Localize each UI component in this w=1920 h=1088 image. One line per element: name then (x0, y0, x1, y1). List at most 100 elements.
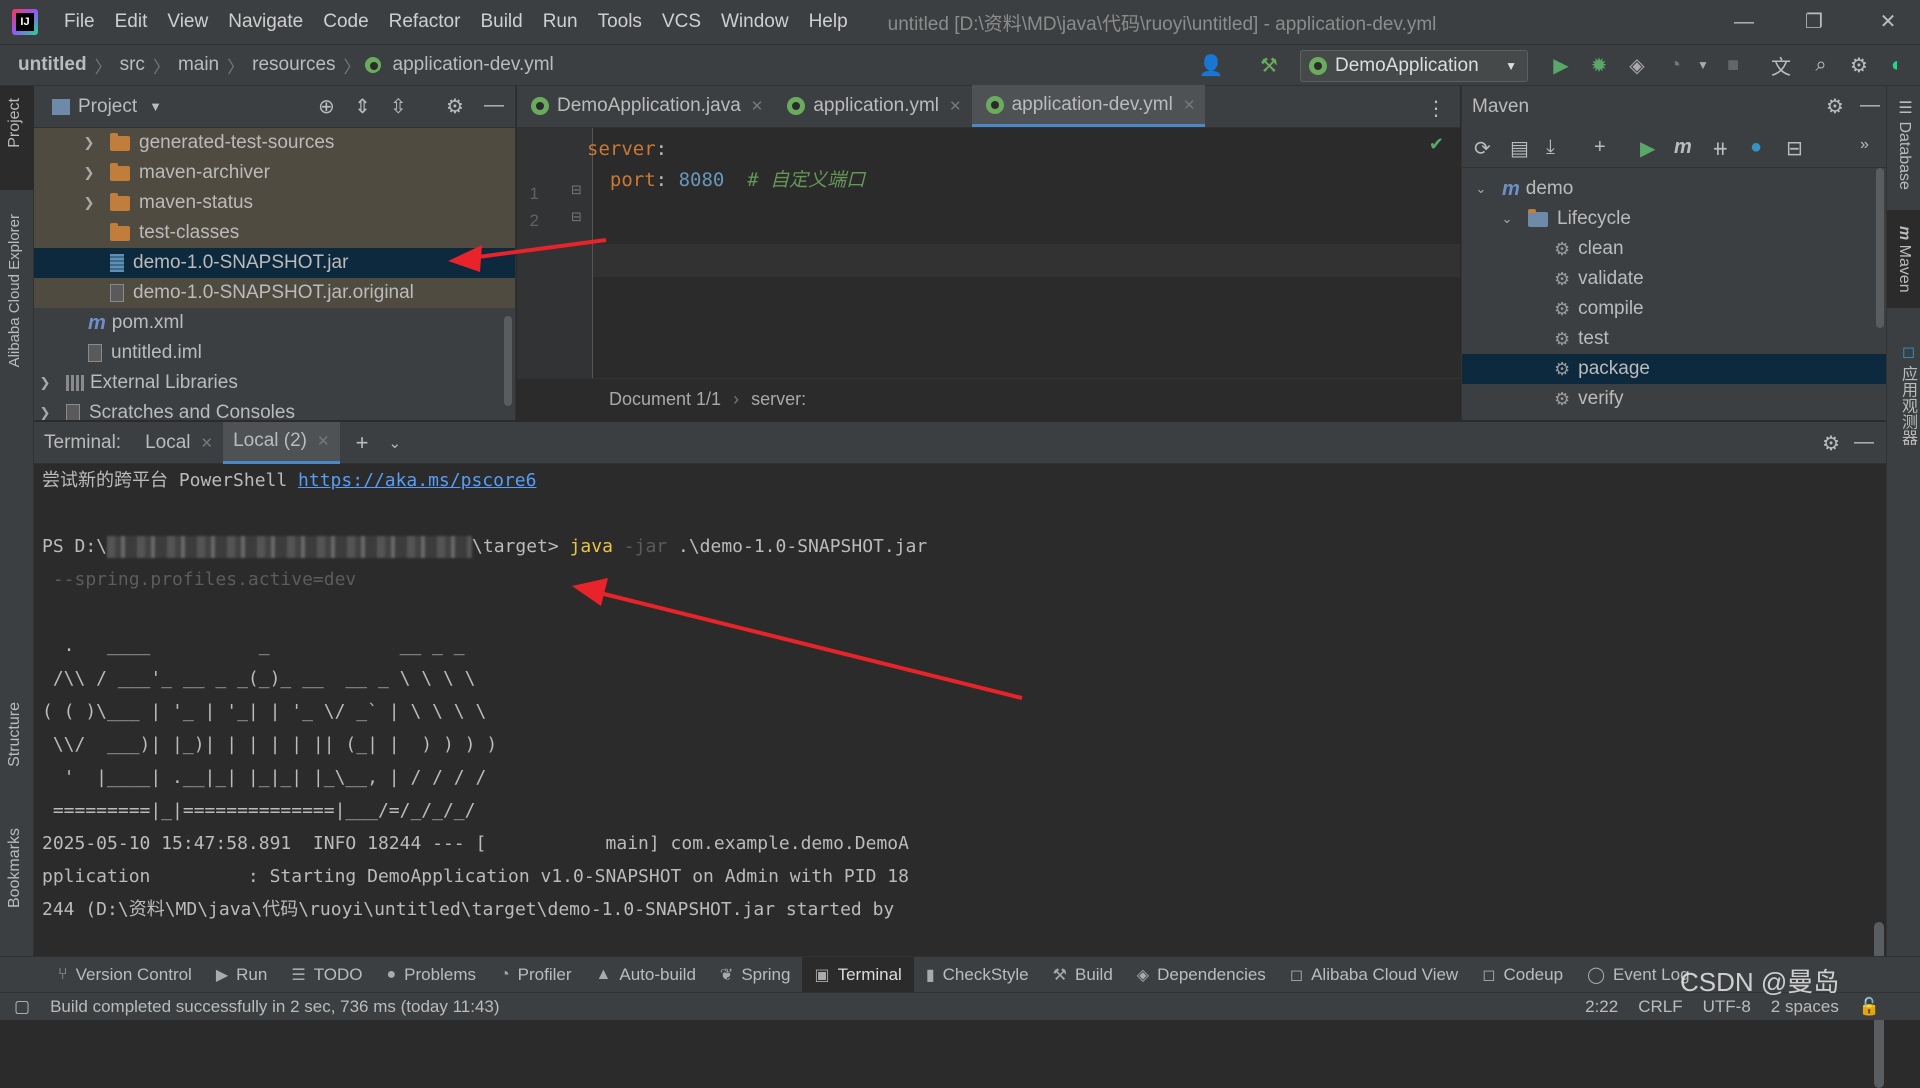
run-icon[interactable]: ▶ (1640, 136, 1655, 161)
chevron-down-icon[interactable]: ⌄ (1474, 181, 1488, 197)
terminal-tab[interactable]: Local ✕ (135, 422, 223, 464)
tree-item[interactable]: ❯ maven-status (34, 188, 515, 218)
profiler-dropdown-icon[interactable]: ▼ (1688, 50, 1718, 80)
menu-item-navigate[interactable]: Navigate (218, 11, 313, 33)
profiler-icon[interactable]: ◔ (1660, 50, 1690, 80)
lock-icon[interactable]: 🔓 (1849, 997, 1920, 1017)
powershell-link[interactable]: https://aka.ms/pscore6 (298, 470, 536, 491)
tool-window-button[interactable]: ◻ Codeup (1470, 957, 1575, 993)
skip-tests-icon[interactable]: ⧺ (1712, 136, 1729, 161)
tree-item[interactable]: ❯ maven-archiver (34, 158, 515, 188)
reload-icon[interactable]: ⟳ (1474, 136, 1491, 161)
tool-window-button[interactable]: ◻ Alibaba Cloud View (1278, 957, 1470, 993)
maven-tree-item[interactable]: ⚙ clean (1462, 234, 1886, 264)
maven-side-tab[interactable]: m Maven (1895, 226, 1913, 293)
menu-item-code[interactable]: Code (313, 11, 378, 33)
yaml-path[interactable]: server: (751, 389, 806, 410)
tool-window-button[interactable]: ▣ Terminal (802, 956, 914, 993)
maven-tree-item[interactable]: ⚙ install (1462, 414, 1886, 420)
menu-item-refactor[interactable]: Refactor (379, 11, 471, 33)
tree-item[interactable]: ❯ Scratches and Consoles (34, 398, 515, 420)
close-icon[interactable]: ✕ (317, 432, 330, 450)
breadcrumb-item[interactable]: resources (248, 54, 339, 76)
menu-item-run[interactable]: Run (533, 11, 588, 33)
tool-window-button[interactable]: ◔ Profiler (488, 957, 584, 993)
settings-gear-icon[interactable]: ⚙ (1844, 50, 1874, 80)
menu-item-view[interactable]: View (157, 11, 218, 33)
tool-window-button[interactable]: ☰ TODO (279, 957, 374, 993)
search-icon[interactable]: ⌕ (1806, 50, 1836, 80)
more-icon[interactable]: » (1860, 136, 1869, 154)
new-tab-icon[interactable]: + (356, 430, 369, 456)
collapse-all-icon[interactable]: ⇳ (390, 94, 407, 119)
menu-item-help[interactable]: Help (799, 11, 858, 33)
chevron-down-icon[interactable]: ▼ (149, 99, 162, 114)
status-message[interactable]: Build completed successfully in 2 sec, 7… (40, 997, 509, 1017)
tool-window-button[interactable]: ❦ Spring (708, 957, 803, 993)
project-scrollbar[interactable] (504, 316, 512, 406)
database-side-tab[interactable]: ☰ Database (1895, 98, 1914, 190)
tree-item[interactable]: m pom.xml (34, 308, 515, 338)
close-icon[interactable]: ✕ (201, 434, 214, 452)
add-icon[interactable]: + (1594, 136, 1606, 159)
hide-panel-icon[interactable]: — (1860, 94, 1880, 117)
menu-item-file[interactable]: File (54, 11, 105, 33)
line-separator[interactable]: CRLF (1628, 997, 1692, 1017)
maven-goal-icon[interactable]: m (1674, 136, 1692, 159)
tool-window-button[interactable]: ● Problems (375, 957, 488, 993)
tree-item[interactable]: ❯ External Libraries (34, 368, 515, 398)
menu-item-window[interactable]: Window (711, 11, 799, 33)
breadcrumb-item[interactable]: untitled (14, 54, 91, 76)
layout-icon[interactable]: ▢ (0, 997, 40, 1017)
generate-sources-icon[interactable]: ▤ (1510, 136, 1529, 161)
chevron-down-icon[interactable]: ⌄ (1500, 211, 1514, 227)
document-indicator[interactable]: Document 1/1 (609, 389, 721, 410)
project-side-tab[interactable]: Project (6, 98, 24, 148)
settings-gear-icon[interactable]: ⚙ (1822, 431, 1840, 456)
build-hammer-icon[interactable]: ⚒ (1254, 50, 1284, 80)
terminal-output[interactable]: 尝试新的跨平台 PowerShell https://aka.ms/pscore… (42, 464, 1862, 956)
maven-tree-item[interactable]: ⚙ test (1462, 324, 1886, 354)
close-window-icon[interactable]: ✕ (1856, 0, 1920, 44)
translate-icon[interactable]: 文 (1766, 50, 1796, 80)
chevron-right-icon[interactable]: ❯ (82, 165, 96, 181)
tool-window-button[interactable]: ▮ CheckStyle (914, 957, 1041, 993)
user-account-icon[interactable]: 👤 (1196, 50, 1226, 80)
tool-window-button[interactable]: ▶ Run (204, 957, 280, 993)
download-icon[interactable]: ⤓ (1546, 136, 1555, 159)
maven-scrollbar[interactable] (1876, 168, 1884, 328)
code-area[interactable]: server: port: 8080 # 自定义端口 (517, 86, 1460, 378)
maven-tree-item[interactable]: ⌄ m demo (1462, 174, 1886, 204)
offline-icon[interactable]: ● (1750, 136, 1762, 159)
menu-item-build[interactable]: Build (470, 11, 532, 33)
chevron-right-icon[interactable]: ❯ (82, 195, 96, 211)
app-observer-side-tab[interactable]: ◻ 应用观测器 (1895, 342, 1919, 445)
menu-item-edit[interactable]: Edit (105, 11, 158, 33)
terminal-tab[interactable]: Local (2) ✕ (223, 421, 340, 464)
structure-side-tab[interactable]: Structure (6, 702, 24, 767)
maven-tree-item[interactable]: ⚙ package (1462, 354, 1886, 384)
chevron-right-icon[interactable]: ❯ (82, 135, 96, 151)
minimize-icon[interactable]: — (1712, 0, 1776, 44)
locate-icon[interactable]: ⊕ (318, 94, 335, 119)
coverage-icon[interactable]: ◈ (1622, 50, 1652, 80)
plugin-icon[interactable]: ◐ (1882, 50, 1912, 80)
settings-gear-icon[interactable]: ⚙ (1826, 94, 1844, 119)
chevron-right-icon[interactable]: ❯ (38, 375, 52, 391)
chevron-down-icon[interactable]: ⌄ (388, 434, 401, 452)
breadcrumb-item[interactable]: main (174, 54, 223, 76)
menu-item-vcs[interactable]: VCS (652, 11, 711, 33)
maven-tree-item[interactable]: ⚙ validate (1462, 264, 1886, 294)
menu-item-tools[interactable]: Tools (588, 11, 652, 33)
maven-tree-item[interactable]: ⚙ verify (1462, 384, 1886, 414)
tool-window-button[interactable]: ⑂ Version Control (46, 957, 204, 993)
tree-item[interactable]: test-classes (34, 218, 515, 248)
bookmarks-side-tab[interactable]: Bookmarks (6, 828, 24, 908)
tool-window-button[interactable]: ⚒ Build (1041, 957, 1125, 993)
breadcrumb-item[interactable]: application-dev.yml (389, 54, 558, 76)
settings-gear-icon[interactable]: ⚙ (446, 94, 464, 119)
stop-icon[interactable]: ■ (1718, 50, 1748, 80)
run-configuration-select[interactable]: DemoApplication ▼ (1300, 50, 1528, 82)
show-dependencies-icon[interactable]: ⊟ (1786, 136, 1803, 161)
tool-window-button[interactable]: ▲ Auto-build (584, 957, 708, 993)
